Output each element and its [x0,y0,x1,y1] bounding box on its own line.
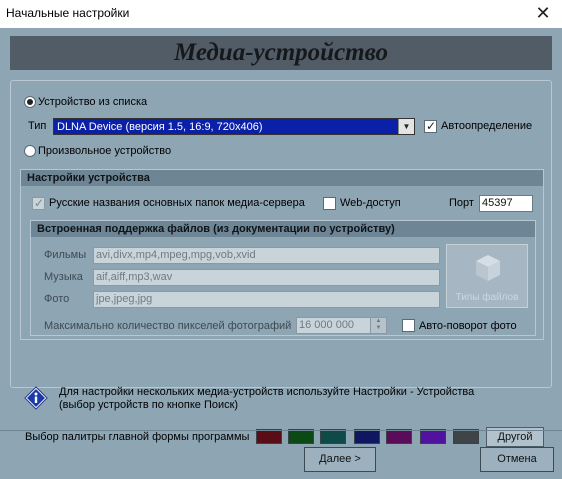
from-list-radio[interactable] [24,96,36,108]
auto-rotate-checkbox[interactable] [402,319,415,332]
cancel-button[interactable]: Отмена [480,447,554,472]
russian-names-label[interactable]: Русские названия основных папок медиа-се… [49,197,305,209]
custom-device-label[interactable]: Произвольное устройство [38,145,171,157]
spin-down-icon[interactable]: ▼ [371,325,386,332]
chevron-down-icon[interactable]: ▼ [398,119,414,134]
hint-line-2: (выбор устройств по кнопке Поиск) [59,399,239,411]
window-title: Начальные настройки [6,6,130,20]
file-types-button[interactable]: Типы файлов [446,244,528,308]
next-button[interactable]: Далее > [304,447,376,472]
autodetect-checkbox[interactable] [424,119,437,133]
hint-line-1: Для настройки нескольких медиа-устройств… [59,386,475,398]
max-pixels-label: Максимально количество пикселей фотограф… [44,320,292,332]
spin-up-icon[interactable]: ▲ [371,318,386,325]
title-bar: Начальные настройки ✕ [0,0,562,28]
custom-device-radio[interactable] [24,145,36,157]
device-settings-header: Настройки устройства [21,170,543,186]
photo-field[interactable]: jpe,jpeg,jpg [93,291,440,308]
music-label: Музыка [44,271,83,283]
music-field[interactable]: aif,aiff,mp3,wav [93,269,440,286]
web-access-label[interactable]: Web-доступ [340,197,401,209]
photo-label: Фото [44,293,70,305]
banner-title: Медиа-устройство [174,39,388,66]
palette-swatch-3[interactable] [320,429,346,444]
max-pixels-input[interactable]: 16 000 000 [296,317,371,334]
palette-swatch-4[interactable] [354,429,380,444]
cubes-icon [476,255,500,281]
dialog-body: Медиа-устройство Устройство из списка Ти… [0,28,562,479]
movies-label: Фильмы [44,249,87,261]
file-support-header: Встроенная поддержка файлов (из документ… [31,221,535,237]
palette-swatch-1[interactable] [256,429,282,444]
palette-label: Выбор палитры главной формы программы [25,431,250,443]
auto-rotate-label[interactable]: Авто-поворот фото [419,320,517,332]
close-icon[interactable]: ✕ [532,2,554,24]
web-access-checkbox[interactable] [323,197,336,210]
movies-field[interactable]: avi,divx,mp4,mpeg,mpg,vob,xvid [93,247,440,264]
max-pixels-spinner[interactable]: ▲ ▼ [370,317,387,334]
device-type-value: DLNA Device (версия 1.5, 16:9, 720x406) [57,121,263,133]
palette-swatch-6[interactable] [420,429,446,444]
port-label: Порт [449,197,474,209]
russian-names-checkbox[interactable] [32,196,45,210]
file-types-button-label: Типы файлов [455,292,519,303]
palette-swatch-2[interactable] [288,429,314,444]
port-input[interactable]: 45397 [479,195,533,212]
autodetect-label[interactable]: Автоопределение [441,120,532,132]
footer-separator [0,430,562,431]
from-list-label[interactable]: Устройство из списка [38,96,147,108]
device-type-select[interactable]: DLNA Device (версия 1.5, 16:9, 720x406) … [53,118,415,135]
palette-swatch-5[interactable] [386,429,412,444]
info-icon [24,386,48,410]
palette-swatch-7[interactable] [453,429,479,444]
type-label: Тип [28,120,47,132]
banner: Медиа-устройство [10,36,552,70]
